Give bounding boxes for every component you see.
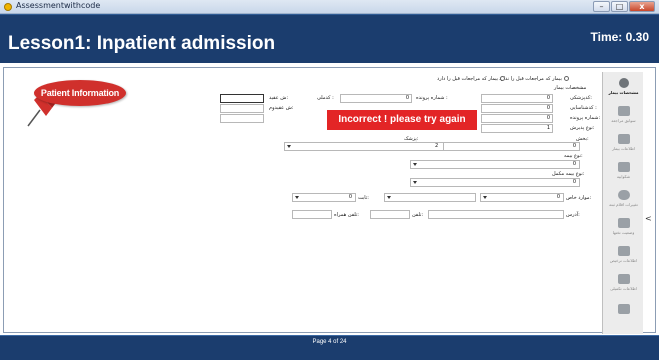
insurance-no-label: شماره پرونده: [570,115,601,121]
radio-has-previous-visits[interactable]: بیمار که مراجعات قبل را ندارد [499,76,569,82]
footer-bar: Page 4 of 24 [0,335,659,360]
window-controls: – □ x [593,1,655,12]
patient-code-label: کدپزشکی: [570,95,592,101]
insurance-type-label: نوع بیمه: [564,153,583,159]
insurance-code-input[interactable]: 0 [481,104,553,113]
sidebar: مشخصات بیمار سوابق مراجعه اطلاعات بیمار … [602,72,643,334]
doctor-value: 2 [435,143,439,149]
calendar-icon [617,304,630,314]
sidebar-item-calendar[interactable] [603,304,644,331]
sidebar-item-complementary[interactable]: اطلاعات تکمیلی [603,274,644,301]
chevron-down-icon [413,163,417,166]
sidebar-item-complaint[interactable]: شکواییه [603,162,644,189]
sidebar-item-discharge[interactable]: اطلاعات ترخیص [603,246,644,273]
briefcase-icon [617,246,630,256]
chevron-down-icon [387,196,391,199]
chevron-down-icon [413,181,417,184]
chevron-down-icon [287,145,291,148]
national-code-label: کدملی : [317,95,334,101]
extra-input[interactable] [220,114,264,123]
incorrect-alert: Incorrect ! please try again [327,110,477,130]
person-icon [618,78,629,88]
sidebar-item-label: وضعیت تختها [612,230,635,235]
page-indicator: Page 4 of 24 [312,339,347,345]
insurance-code-label: کدشناسایی : [570,105,597,111]
chat-icon [617,162,630,172]
sidebar-item-label: مشخصات بیمار [608,90,639,95]
main-content: Patient Information بیمار که مراجعات قبل… [0,63,659,335]
doctor-select[interactable]: 2 [284,142,444,151]
desc2-input[interactable] [220,104,264,113]
ward-value: 0 [572,143,576,149]
window-title: Assessmentwithcode [16,1,101,10]
file-no-input[interactable]: 0 [340,94,412,103]
admission-type-label: نوع پذیرش: [570,125,595,131]
simulation-frame: Patient Information بیمار که مراجعات قبل… [3,67,656,334]
window-titlebar: Assessmentwithcode – □ x [0,0,659,14]
sidebar-item-label: اطلاعات بیمار [611,146,636,151]
radio-no-previous-visits[interactable]: بیمار که مراجعات قبل را دارد [437,76,506,82]
radio-has-previous-visits-label: بیمار که مراجعات قبل را ندارد [499,76,562,82]
radio-circle[interactable] [563,76,569,81]
phone-input[interactable] [370,210,410,219]
special-cases-select[interactable]: 0 [480,193,564,202]
section-title: مشخصات بیمار [554,85,587,91]
sidebar-item-visits[interactable]: سوابق مراجعه [603,106,644,133]
sidebar-item-label: تغییرات اقلام ثبته [609,202,638,207]
file-no-label: شماره پرونده : [416,95,448,101]
document-icon [617,106,630,116]
lesson-banner: Lesson1: Inpatient admission Time: 0.30 [0,14,659,63]
special-cases-label: موارد خاص: [566,195,592,201]
fixed-select[interactable]: 0 [292,193,356,202]
close-button[interactable]: x [629,1,655,12]
phone-label: تلفن: [412,212,424,218]
collapse-arrow-icon[interactable]: < [645,214,652,223]
fixed-label: ثابت: [358,195,369,201]
supp-insurance-label: نوع بیمه مکمل: [552,171,585,177]
mobile-label: تلفن همراه: [334,212,359,218]
sidebar-item-beds[interactable]: وضعیت تختها [603,218,644,245]
minimize-button[interactable]: – [593,1,610,12]
app-icon [4,3,12,11]
admission-type-input[interactable]: 1 [481,124,553,133]
clipboard-icon [617,274,630,284]
fixed-value: 0 [348,194,352,200]
city-select[interactable] [384,193,476,202]
desc2-label: ش عقیدوم: [269,105,294,111]
patient-information-badge: Patient Information [34,80,126,106]
bed-icon [617,218,630,228]
maximize-button[interactable]: □ [611,1,628,12]
radio-circle[interactable] [500,76,506,81]
mobile-input[interactable] [292,210,332,219]
sidebar-item-label: شکواییه [616,174,631,179]
cloud-icon [617,190,630,200]
supp-insurance-value: 0 [572,179,576,185]
sidebar-item-changes[interactable]: تغییرات اقلام ثبته [603,190,644,217]
address-label: آدرس: [566,212,580,218]
sidebar-item-label: سوابق مراجعه [611,118,636,123]
insurance-type-select[interactable]: 0 [410,160,580,169]
supp-insurance-select[interactable]: 0 [410,178,580,187]
insurance-no-input[interactable]: 0 [481,114,553,123]
patient-code-input[interactable]: 0 [481,94,553,103]
radio-no-previous-visits-label: بیمار که مراجعات قبل را دارد [437,76,499,82]
chevron-down-icon [295,196,299,199]
national-code-input[interactable] [220,94,264,103]
insurance-type-value: 0 [572,161,576,167]
timer: Time: 0.30 [590,30,649,44]
sidebar-item-patient-data[interactable]: اطلاعات بیمار [603,134,644,161]
address-input[interactable] [428,210,564,219]
sidebar-item-patient-info[interactable]: مشخصات بیمار [603,78,644,105]
special-cases-value: 0 [556,194,560,200]
desc1-label: ش عقید: [269,95,289,101]
lesson-title: Lesson1: Inpatient admission [8,33,276,54]
file-icon [617,134,630,144]
sidebar-item-label: اطلاعات ترخیص [609,258,638,263]
sidebar-item-label: اطلاعات تکمیلی [610,286,637,291]
chevron-down-icon [483,196,487,199]
